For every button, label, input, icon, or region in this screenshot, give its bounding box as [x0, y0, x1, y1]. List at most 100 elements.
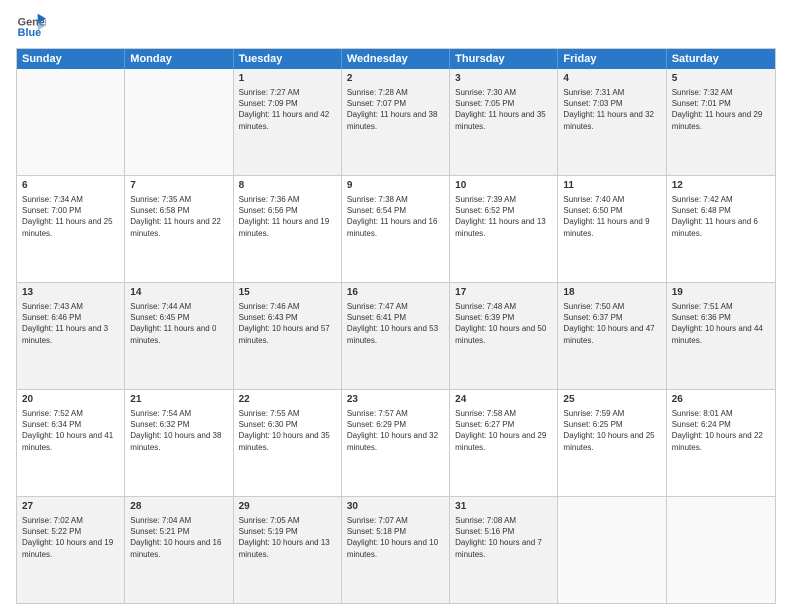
cell-info: Sunrise: 7:08 AM Sunset: 5:16 PM Dayligh…: [455, 516, 542, 559]
day-number: 30: [347, 500, 444, 514]
day-number: 10: [455, 179, 552, 193]
cell-info: Sunrise: 7:43 AM Sunset: 6:46 PM Dayligh…: [22, 302, 108, 345]
header-day-monday: Monday: [125, 49, 233, 69]
calendar-cell-1: 1 Sunrise: 7:27 AM Sunset: 7:09 PM Daylig…: [234, 69, 342, 175]
calendar-page: General Blue SundayMondayTuesdayWednesda…: [0, 0, 792, 612]
cell-info: Sunrise: 7:57 AM Sunset: 6:29 PM Dayligh…: [347, 409, 438, 452]
calendar-cell-11: 11 Sunrise: 7:40 AM Sunset: 6:50 PM Dayli…: [558, 176, 666, 282]
calendar-cell-27: 27 Sunrise: 7:02 AM Sunset: 5:22 PM Dayli…: [17, 497, 125, 603]
day-number: 6: [22, 179, 119, 193]
day-number: 4: [563, 72, 660, 86]
cell-info: Sunrise: 7:32 AM Sunset: 7:01 PM Dayligh…: [672, 88, 763, 131]
calendar-cell-empty: [125, 69, 233, 175]
logo-icon: General Blue: [16, 12, 46, 42]
calendar-cell-13: 13 Sunrise: 7:43 AM Sunset: 6:46 PM Dayli…: [17, 283, 125, 389]
day-number: 8: [239, 179, 336, 193]
day-number: 25: [563, 393, 660, 407]
header-day-thursday: Thursday: [450, 49, 558, 69]
cell-info: Sunrise: 7:38 AM Sunset: 6:54 PM Dayligh…: [347, 195, 438, 238]
calendar-cell-19: 19 Sunrise: 7:51 AM Sunset: 6:36 PM Dayli…: [667, 283, 775, 389]
day-number: 15: [239, 286, 336, 300]
day-number: 21: [130, 393, 227, 407]
day-number: 11: [563, 179, 660, 193]
calendar-row-1: 6 Sunrise: 7:34 AM Sunset: 7:00 PM Daylig…: [17, 175, 775, 282]
calendar-cell-empty: [17, 69, 125, 175]
cell-info: Sunrise: 7:28 AM Sunset: 7:07 PM Dayligh…: [347, 88, 438, 131]
cell-info: Sunrise: 7:27 AM Sunset: 7:09 PM Dayligh…: [239, 88, 330, 131]
day-number: 1: [239, 72, 336, 86]
day-number: 29: [239, 500, 336, 514]
cell-info: Sunrise: 7:42 AM Sunset: 6:48 PM Dayligh…: [672, 195, 758, 238]
day-number: 16: [347, 286, 444, 300]
day-number: 7: [130, 179, 227, 193]
cell-info: Sunrise: 7:46 AM Sunset: 6:43 PM Dayligh…: [239, 302, 330, 345]
calendar-cell-6: 6 Sunrise: 7:34 AM Sunset: 7:00 PM Daylig…: [17, 176, 125, 282]
calendar-cell-22: 22Sunrise: 7:55 AM Sunset: 6:30 PM Dayli…: [234, 390, 342, 496]
calendar-cell-24: 24Sunrise: 7:58 AM Sunset: 6:27 PM Dayli…: [450, 390, 558, 496]
cell-info: Sunrise: 7:51 AM Sunset: 6:36 PM Dayligh…: [672, 302, 763, 345]
cell-info: Sunrise: 7:52 AM Sunset: 6:34 PM Dayligh…: [22, 409, 113, 452]
calendar-cell-empty: [667, 497, 775, 603]
calendar-cell-31: 31 Sunrise: 7:08 AM Sunset: 5:16 PM Dayli…: [450, 497, 558, 603]
day-number: 27: [22, 500, 119, 514]
day-number: 13: [22, 286, 119, 300]
day-number: 20: [22, 393, 119, 407]
calendar-cell-21: 21 Sunrise: 7:54 AM Sunset: 6:32 PM Dayli…: [125, 390, 233, 496]
calendar-cell-30: 30Sunrise: 7:07 AM Sunset: 5:18 PM Dayli…: [342, 497, 450, 603]
calendar-row-3: 20 Sunrise: 7:52 AM Sunset: 6:34 PM Dayli…: [17, 389, 775, 496]
day-number: 17: [455, 286, 552, 300]
cell-info: Sunrise: 7:05 AM Sunset: 5:19 PM Dayligh…: [239, 516, 330, 559]
header-day-sunday: Sunday: [17, 49, 125, 69]
calendar-cell-2: 2 Sunrise: 7:28 AM Sunset: 7:07 PM Daylig…: [342, 69, 450, 175]
day-number: 2: [347, 72, 444, 86]
cell-info: Sunrise: 8:01 AM Sunset: 6:24 PM Dayligh…: [672, 409, 763, 452]
calendar-row-4: 27 Sunrise: 7:02 AM Sunset: 5:22 PM Dayli…: [17, 496, 775, 603]
cell-info: Sunrise: 7:30 AM Sunset: 7:05 PM Dayligh…: [455, 88, 546, 131]
cell-info: Sunrise: 7:48 AM Sunset: 6:39 PM Dayligh…: [455, 302, 546, 345]
day-number: 5: [672, 72, 770, 86]
cell-info: Sunrise: 7:04 AM Sunset: 5:21 PM Dayligh…: [130, 516, 221, 559]
day-number: 22: [239, 393, 336, 407]
header-day-saturday: Saturday: [667, 49, 775, 69]
day-number: 26: [672, 393, 770, 407]
calendar-cell-4: 4Sunrise: 7:31 AM Sunset: 7:03 PM Daylig…: [558, 69, 666, 175]
header-day-wednesday: Wednesday: [342, 49, 450, 69]
day-number: 19: [672, 286, 770, 300]
calendar-cell-14: 14 Sunrise: 7:44 AM Sunset: 6:45 PM Dayli…: [125, 283, 233, 389]
cell-info: Sunrise: 7:59 AM Sunset: 6:25 PM Dayligh…: [563, 409, 654, 452]
logo: General Blue: [16, 12, 52, 42]
cell-info: Sunrise: 7:44 AM Sunset: 6:45 PM Dayligh…: [130, 302, 216, 345]
calendar-row-0: 1 Sunrise: 7:27 AM Sunset: 7:09 PM Daylig…: [17, 69, 775, 175]
header-day-friday: Friday: [558, 49, 666, 69]
calendar-cell-8: 8Sunrise: 7:36 AM Sunset: 6:56 PM Daylig…: [234, 176, 342, 282]
calendar-cell-7: 7 Sunrise: 7:35 AM Sunset: 6:58 PM Daylig…: [125, 176, 233, 282]
day-number: 18: [563, 286, 660, 300]
day-number: 14: [130, 286, 227, 300]
cell-info: Sunrise: 7:50 AM Sunset: 6:37 PM Dayligh…: [563, 302, 654, 345]
cell-info: Sunrise: 7:34 AM Sunset: 7:00 PM Dayligh…: [22, 195, 113, 238]
calendar-row-2: 13 Sunrise: 7:43 AM Sunset: 6:46 PM Dayli…: [17, 282, 775, 389]
calendar-cell-5: 5 Sunrise: 7:32 AM Sunset: 7:01 PM Daylig…: [667, 69, 775, 175]
calendar-header: SundayMondayTuesdayWednesdayThursdayFrid…: [17, 49, 775, 69]
calendar-cell-20: 20 Sunrise: 7:52 AM Sunset: 6:34 PM Dayli…: [17, 390, 125, 496]
cell-info: Sunrise: 7:58 AM Sunset: 6:27 PM Dayligh…: [455, 409, 546, 452]
calendar-cell-9: 9 Sunrise: 7:38 AM Sunset: 6:54 PM Daylig…: [342, 176, 450, 282]
cell-info: Sunrise: 7:02 AM Sunset: 5:22 PM Dayligh…: [22, 516, 113, 559]
calendar-cell-17: 17 Sunrise: 7:48 AM Sunset: 6:39 PM Dayli…: [450, 283, 558, 389]
day-number: 12: [672, 179, 770, 193]
day-number: 3: [455, 72, 552, 86]
calendar-cell-empty: [558, 497, 666, 603]
day-number: 23: [347, 393, 444, 407]
cell-info: Sunrise: 7:35 AM Sunset: 6:58 PM Dayligh…: [130, 195, 221, 238]
calendar-cell-25: 25 Sunrise: 7:59 AM Sunset: 6:25 PM Dayli…: [558, 390, 666, 496]
header: General Blue: [16, 12, 776, 42]
cell-info: Sunrise: 7:40 AM Sunset: 6:50 PM Dayligh…: [563, 195, 649, 238]
header-day-tuesday: Tuesday: [234, 49, 342, 69]
day-number: 9: [347, 179, 444, 193]
cell-info: Sunrise: 7:54 AM Sunset: 6:32 PM Dayligh…: [130, 409, 221, 452]
calendar-cell-10: 10Sunrise: 7:39 AM Sunset: 6:52 PM Dayli…: [450, 176, 558, 282]
calendar: SundayMondayTuesdayWednesdayThursdayFrid…: [16, 48, 776, 604]
cell-info: Sunrise: 7:47 AM Sunset: 6:41 PM Dayligh…: [347, 302, 438, 345]
calendar-cell-12: 12 Sunrise: 7:42 AM Sunset: 6:48 PM Dayli…: [667, 176, 775, 282]
day-number: 31: [455, 500, 552, 514]
